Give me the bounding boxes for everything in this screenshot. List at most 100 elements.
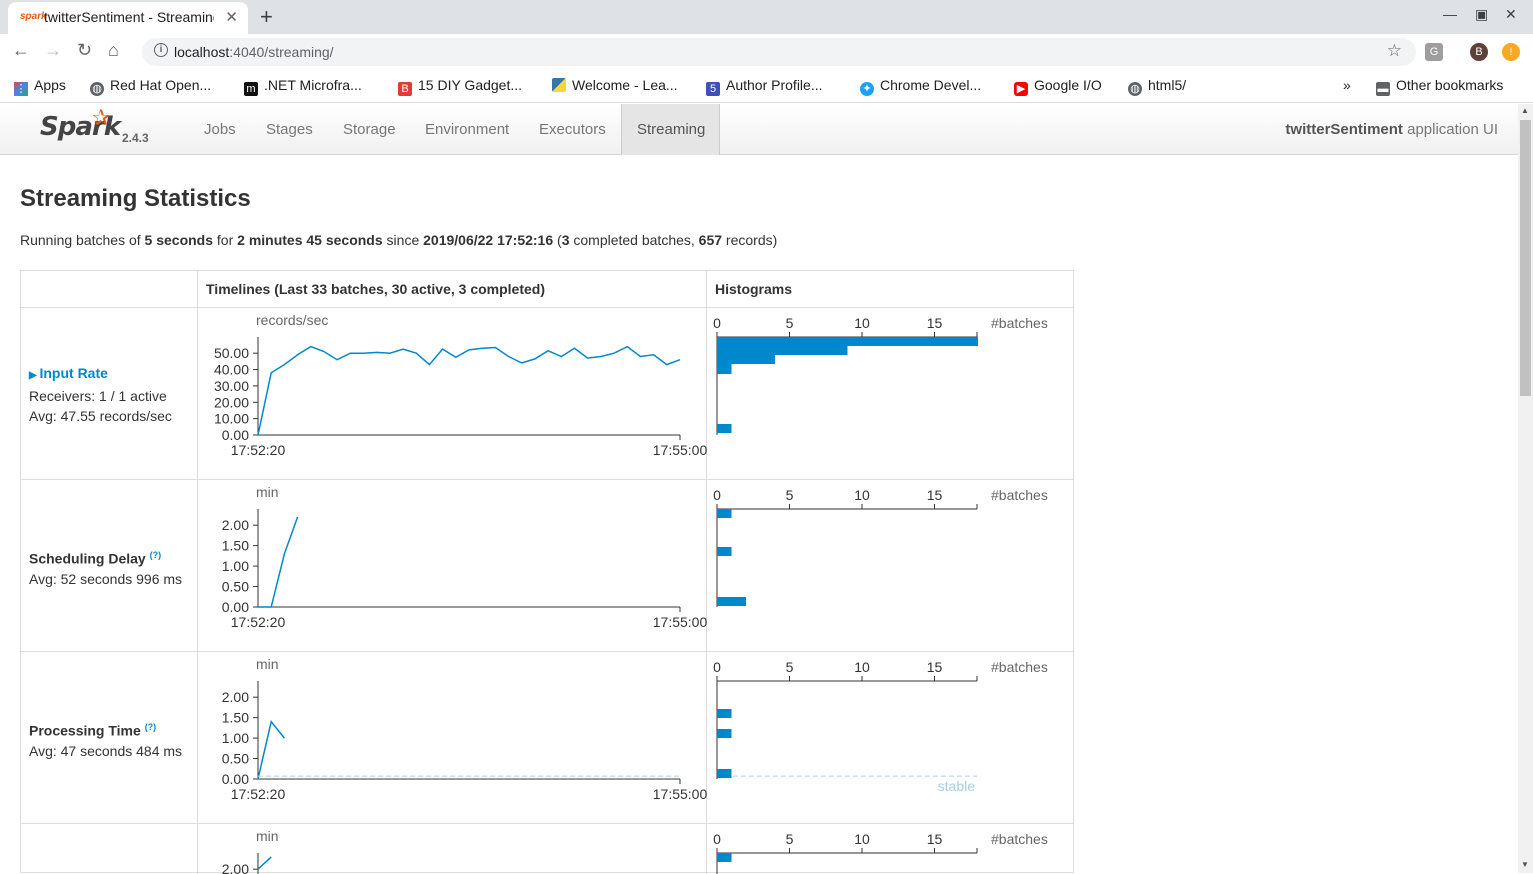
timeline-unit-label: records/sec bbox=[256, 312, 328, 328]
y-tick-label: 0.50 bbox=[222, 579, 249, 595]
y-tick-label: 40.00 bbox=[214, 362, 249, 378]
y-tick-label: 30.00 bbox=[214, 378, 249, 394]
apps-grid-icon: ⋮ bbox=[14, 82, 28, 96]
profile-avatar[interactable]: B bbox=[1470, 43, 1488, 61]
nav-jobs[interactable]: Jobs bbox=[189, 104, 251, 155]
bookmark-red-hat[interactable]: ◍ Red Hat Open... bbox=[90, 77, 211, 96]
spark-navbar: Spark ✰ 2.4.3 Jobs Stages Storage Environ… bbox=[0, 104, 1518, 155]
bookmark-apps[interactable]: ⋮ Apps bbox=[14, 77, 66, 96]
y-tick-label: 1.00 bbox=[222, 558, 249, 574]
other-bookmarks-folder[interactable]: ▬ Other bookmarks bbox=[1376, 77, 1503, 96]
globe-icon: ◍ bbox=[1128, 82, 1142, 96]
nav-stages[interactable]: Stages bbox=[251, 104, 328, 155]
bookmark-welcome[interactable]: Welcome - Lea... bbox=[552, 77, 678, 93]
grammarly-extension-icon[interactable]: G bbox=[1425, 43, 1443, 61]
youtube-icon: ▶ bbox=[1014, 82, 1028, 96]
browser-toolbar: ← → ↻ ⌂ i localhost:4040/streaming/ ☆ G … bbox=[0, 34, 1533, 70]
bookmark-diy-gadget[interactable]: B 15 DIY Gadget... bbox=[398, 77, 522, 96]
bookmark-label: Red Hat Open... bbox=[110, 77, 212, 93]
nav-executors[interactable]: Executors bbox=[524, 104, 621, 155]
bookmark-net-microfra[interactable]: m .NET Microfra... bbox=[244, 77, 362, 96]
close-tab-icon[interactable]: ✕ bbox=[225, 8, 238, 26]
bookmark-star-icon[interactable]: ☆ bbox=[1387, 41, 1402, 61]
app-name-bold: twitterSentiment bbox=[1285, 121, 1403, 138]
python-icon bbox=[552, 78, 566, 92]
minimize-icon[interactable]: — bbox=[1443, 6, 1457, 22]
histogram-unit-label: #batches bbox=[991, 315, 1048, 331]
histogram-bar bbox=[717, 853, 732, 862]
timeline-unit-label: min bbox=[256, 484, 279, 500]
start-time: 2019/06/22 17:52:16 bbox=[423, 232, 554, 248]
nav-environment[interactable]: Environment bbox=[410, 104, 524, 155]
summary-text: ( bbox=[553, 232, 562, 248]
update-alert-icon[interactable]: ! bbox=[1502, 43, 1520, 61]
timeline-series-line bbox=[257, 720, 285, 780]
address-bar[interactable]: i localhost:4040/streaming/ ☆ bbox=[142, 38, 1416, 66]
y-tick-label: 0.00 bbox=[222, 427, 249, 443]
y-tick-label: 50.00 bbox=[214, 345, 249, 361]
histogram-bar bbox=[717, 355, 775, 364]
nav-storage[interactable]: Storage bbox=[328, 104, 411, 155]
histogram-tick-label: 5 bbox=[786, 487, 794, 503]
histogram-tick-label: 5 bbox=[786, 831, 794, 847]
globe-icon: ◍ bbox=[90, 82, 104, 96]
timeline-series-line bbox=[257, 345, 681, 436]
y-tick-label: 1.00 bbox=[222, 730, 249, 746]
histogram-bar bbox=[717, 597, 746, 606]
url-path: :4040/streaming/ bbox=[229, 44, 334, 60]
scroll-down-icon[interactable]: ▼ bbox=[1521, 860, 1529, 869]
browser-tab-strip: spark twitterSentiment - Streaming Stati… bbox=[0, 0, 1533, 34]
histogram-tick-label: 5 bbox=[786, 315, 794, 331]
bookmark-chrome-devel[interactable]: ✦ Chrome Devel... bbox=[860, 77, 981, 96]
running-duration: 2 minutes 45 seconds bbox=[237, 232, 383, 248]
y-tick-label: 0.50 bbox=[222, 751, 249, 767]
scrollbar-thumb[interactable] bbox=[1520, 120, 1531, 396]
histogram-bar bbox=[717, 709, 732, 718]
y-tick-label: 2.00 bbox=[222, 517, 249, 533]
bookmark-label: html5/ bbox=[1148, 77, 1187, 93]
browser-tab[interactable]: spark twitterSentiment - Streaming Stati… bbox=[8, 2, 248, 34]
y-tick-label: 0.00 bbox=[222, 771, 249, 787]
new-tab-icon[interactable]: + bbox=[260, 4, 273, 30]
y-tick-label: 20.00 bbox=[214, 394, 249, 410]
x-tick-label: 17:55:00 bbox=[653, 614, 708, 630]
histogram-unit-label: #batches bbox=[991, 659, 1048, 675]
x-tick-label: 17:52:20 bbox=[231, 442, 286, 458]
x-tick-label: 17:52:20 bbox=[231, 614, 286, 630]
histogram-tick-label: 0 bbox=[713, 487, 721, 503]
timeline-unit-label: min bbox=[256, 656, 279, 672]
bookmark-label: Chrome Devel... bbox=[880, 77, 982, 93]
spark-star-icon: ✰ bbox=[92, 106, 110, 131]
stats-table: Timelines (Last 33 batches, 30 active, 3… bbox=[20, 270, 1074, 874]
stable-label: stable bbox=[938, 778, 976, 794]
close-window-icon[interactable]: ✕ bbox=[1505, 6, 1517, 23]
bookmark-author-profile[interactable]: 5 Author Profile... bbox=[706, 77, 823, 96]
home-icon[interactable]: ⌂ bbox=[108, 40, 119, 61]
info-icon[interactable]: i bbox=[154, 43, 168, 57]
histogram-tick-label: 0 bbox=[713, 315, 721, 331]
summary-text: records) bbox=[722, 232, 778, 248]
page-title: Streaming Statistics bbox=[20, 185, 251, 212]
spark-logo[interactable]: Spark ✰ bbox=[40, 106, 121, 142]
bookmark-google-io[interactable]: ▶ Google I/O bbox=[1014, 77, 1102, 96]
m-logo-icon: m bbox=[244, 82, 258, 96]
summary-text: Running batches of bbox=[20, 232, 145, 248]
histogram-bar bbox=[717, 364, 732, 374]
forward-icon[interactable]: → bbox=[44, 40, 62, 61]
histogram-tick-label: 10 bbox=[854, 831, 870, 847]
histogram-bar bbox=[717, 729, 732, 738]
y-tick-label: 1.50 bbox=[222, 710, 249, 726]
y-tick-label: 10.00 bbox=[214, 411, 249, 427]
histogram-tick-label: 15 bbox=[927, 315, 943, 331]
back-icon[interactable]: ← bbox=[12, 40, 30, 61]
more-bookmarks-button[interactable]: » bbox=[1343, 77, 1351, 93]
histogram-tick-label: 0 bbox=[713, 659, 721, 675]
summary-text: since bbox=[382, 232, 424, 248]
scroll-up-icon[interactable]: ▲ bbox=[1521, 106, 1529, 115]
histogram-tick-label: 15 bbox=[927, 659, 943, 675]
summary-text: for bbox=[213, 232, 238, 248]
nav-streaming[interactable]: Streaming bbox=[621, 104, 720, 155]
reload-icon[interactable]: ↻ bbox=[77, 40, 92, 61]
bookmark-html5[interactable]: ◍ html5/ bbox=[1128, 77, 1186, 96]
maximize-icon[interactable]: ▣ bbox=[1475, 6, 1488, 23]
